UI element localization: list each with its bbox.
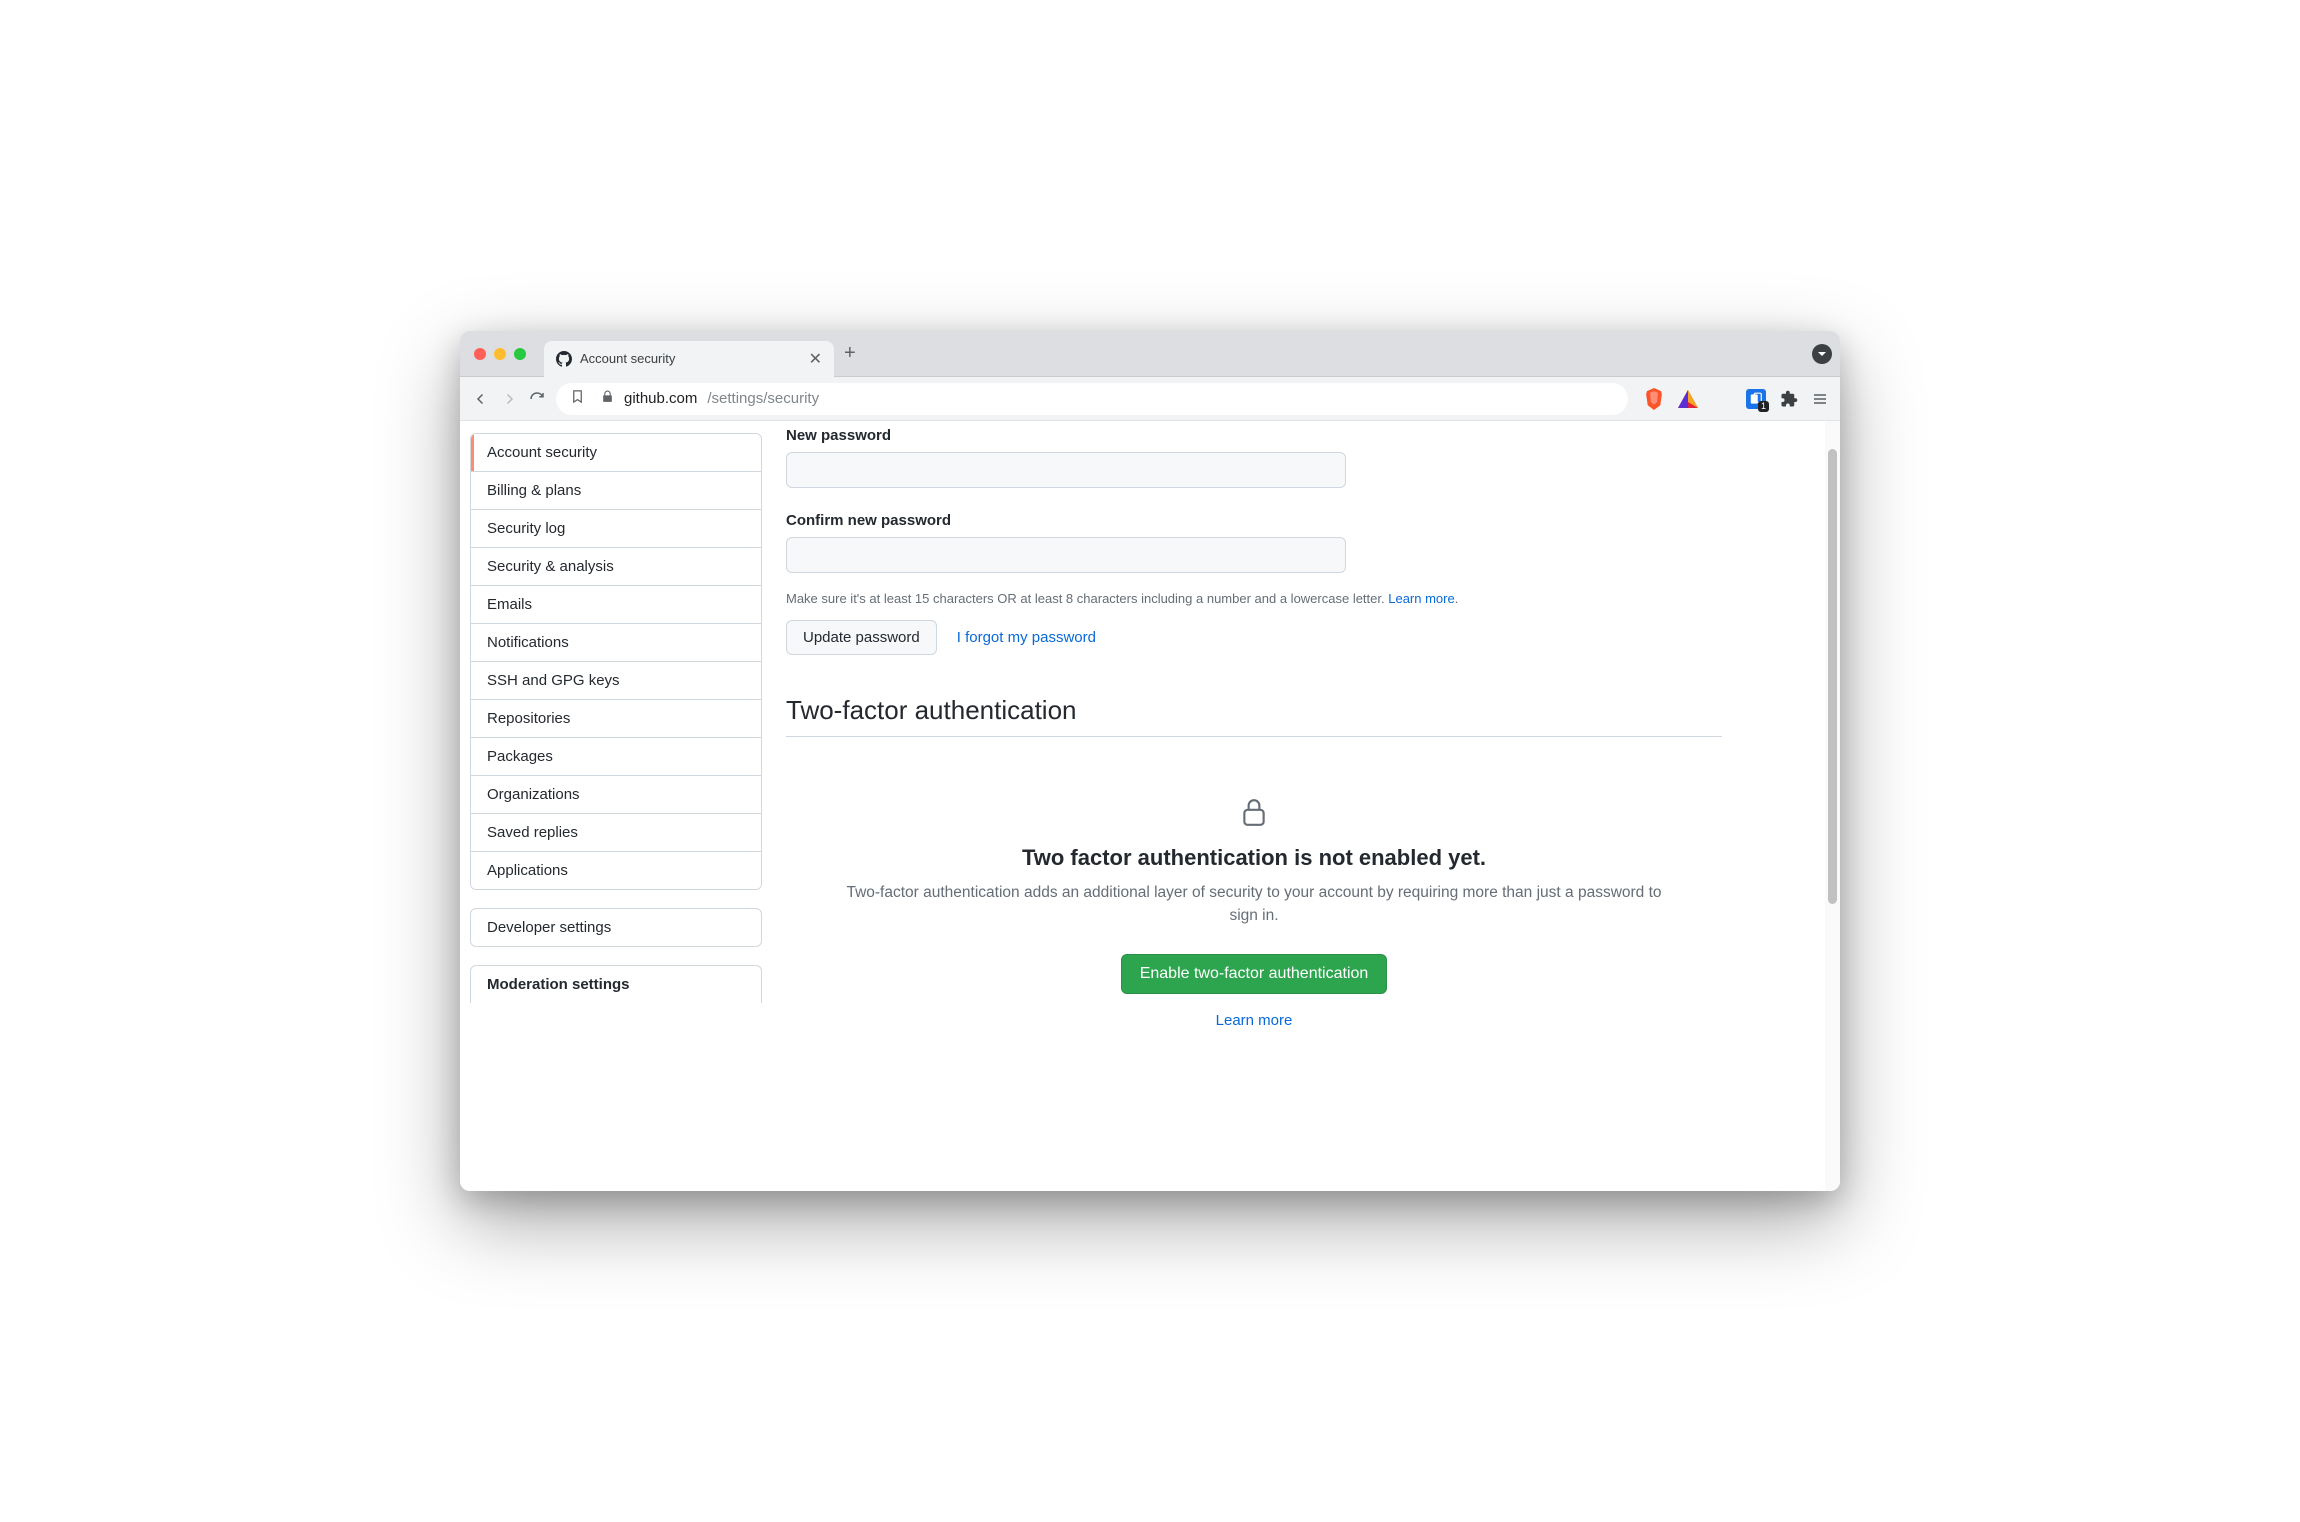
scrollbar-track[interactable] xyxy=(1825,421,1840,1191)
forward-button[interactable] xyxy=(500,390,518,408)
lock-icon[interactable] xyxy=(601,390,614,407)
bookmark-icon[interactable] xyxy=(570,389,585,408)
sidebar-nav-group: Account security Billing & plans Securit… xyxy=(470,433,762,890)
forgot-password-link[interactable]: I forgot my password xyxy=(957,629,1096,646)
browser-menu-icon[interactable] xyxy=(1812,391,1828,407)
sidebar-heading-label: Moderation settings xyxy=(487,976,630,993)
sidebar-item-label: Emails xyxy=(487,596,532,613)
tfa-title: Two factor authentication is not enabled… xyxy=(846,845,1662,871)
url-domain: github.com xyxy=(624,390,697,407)
browser-toolbar: github.com/settings/security 1 xyxy=(460,377,1840,421)
url-path: /settings/security xyxy=(707,390,819,407)
sidebar-item-label: Repositories xyxy=(487,710,570,727)
password-hint: Make sure it's at least 15 characters OR… xyxy=(786,591,1722,606)
sidebar-item-label: Billing & plans xyxy=(487,482,581,499)
sidebar-item-label: Security log xyxy=(487,520,565,537)
new-tab-button[interactable]: + xyxy=(844,342,856,365)
sidebar-item-emails[interactable]: Emails xyxy=(471,586,761,624)
sidebar-item-notifications[interactable]: Notifications xyxy=(471,624,761,662)
sidebar-item-label: Security & analysis xyxy=(487,558,614,575)
sidebar-developer-settings[interactable]: Developer settings xyxy=(470,908,762,947)
password-learn-more-link[interactable]: Learn more xyxy=(1388,591,1454,606)
update-password-button[interactable]: Update password xyxy=(786,620,937,655)
new-password-label: New password xyxy=(786,427,1722,444)
browser-tab[interactable]: Account security ✕ xyxy=(544,341,834,377)
browser-profile-button[interactable] xyxy=(1812,344,1832,364)
browser-tabbar: Account security ✕ + xyxy=(460,331,1840,377)
reload-button[interactable] xyxy=(528,390,546,408)
sidebar-item-label: Account security xyxy=(487,444,597,461)
sidebar-item-applications[interactable]: Applications xyxy=(471,852,761,889)
github-favicon-icon xyxy=(556,351,572,367)
toolbar-right-icons: 1 xyxy=(1644,388,1828,410)
address-bar[interactable]: github.com/settings/security xyxy=(556,383,1628,415)
scrollbar-thumb[interactable] xyxy=(1828,449,1837,904)
sidebar-item-security-log[interactable]: Security log xyxy=(471,510,761,548)
browser-window: Account security ✕ + github.com/settings… xyxy=(460,331,1840,1191)
password-actions: Update password I forgot my password xyxy=(786,620,1722,655)
extensions-puzzle-icon[interactable] xyxy=(1780,390,1798,408)
maximize-window-button[interactable] xyxy=(514,348,526,360)
tfa-description: Two-factor authentication adds an additi… xyxy=(846,881,1662,928)
brave-shields-icon[interactable] xyxy=(1644,388,1664,410)
enable-tfa-button[interactable]: Enable two-factor authentication xyxy=(1121,954,1388,994)
sidebar-item-security-analysis[interactable]: Security & analysis xyxy=(471,548,761,586)
sidebar-item-label: Saved replies xyxy=(487,824,578,841)
sidebar-item-label: Notifications xyxy=(487,634,569,651)
confirm-password-label: Confirm new password xyxy=(786,512,1722,529)
tfa-learn-more-link[interactable]: Learn more xyxy=(846,1012,1662,1029)
extension-icon[interactable]: 1 xyxy=(1746,389,1766,409)
sidebar-item-label: Organizations xyxy=(487,786,580,803)
settings-sidebar: Account security Billing & plans Securit… xyxy=(470,421,762,1191)
sidebar-item-account-security[interactable]: Account security xyxy=(471,434,761,472)
back-button[interactable] xyxy=(472,390,490,408)
new-password-input[interactable] xyxy=(786,452,1346,488)
tab-title: Account security xyxy=(580,351,801,366)
tfa-section-heading: Two-factor authentication xyxy=(786,695,1722,737)
sidebar-item-repositories[interactable]: Repositories xyxy=(471,700,761,738)
sidebar-item-organizations[interactable]: Organizations xyxy=(471,776,761,814)
brave-rewards-icon[interactable] xyxy=(1678,390,1698,408)
confirm-password-input[interactable] xyxy=(786,537,1346,573)
window-controls xyxy=(474,348,526,360)
settings-main: New password Confirm new password Make s… xyxy=(762,421,1722,1191)
hint-text: Make sure it's at least 15 characters OR… xyxy=(786,591,1388,606)
page-viewport: Account security Billing & plans Securit… xyxy=(460,421,1840,1191)
extension-badge-count: 1 xyxy=(1758,401,1769,412)
lock-icon xyxy=(846,797,1662,827)
sidebar-item-label: SSH and GPG keys xyxy=(487,672,620,689)
sidebar-item-ssh-gpg[interactable]: SSH and GPG keys xyxy=(471,662,761,700)
sidebar-item-label: Packages xyxy=(487,748,553,765)
minimize-window-button[interactable] xyxy=(494,348,506,360)
sidebar-moderation-heading[interactable]: Moderation settings xyxy=(470,965,762,1003)
close-window-button[interactable] xyxy=(474,348,486,360)
sidebar-item-saved-replies[interactable]: Saved replies xyxy=(471,814,761,852)
sidebar-item-label: Developer settings xyxy=(487,919,611,936)
tfa-empty-state: Two factor authentication is not enabled… xyxy=(786,777,1722,1049)
sidebar-item-billing[interactable]: Billing & plans xyxy=(471,472,761,510)
tab-close-icon[interactable]: ✕ xyxy=(809,349,822,369)
sidebar-item-packages[interactable]: Packages xyxy=(471,738,761,776)
sidebar-item-label: Applications xyxy=(487,862,568,879)
